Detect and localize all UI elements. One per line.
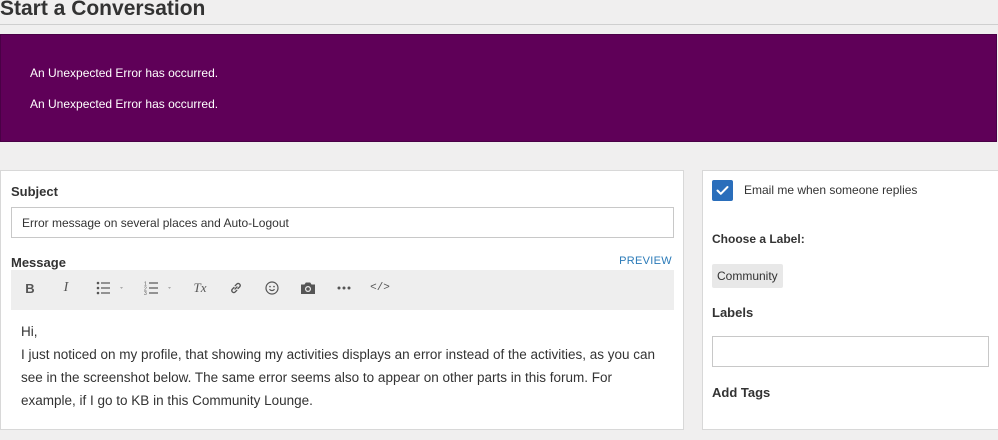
add-tags-heading: Add Tags xyxy=(712,385,771,400)
source-code-icon: </> xyxy=(370,282,390,294)
bold-icon: B xyxy=(25,280,35,296)
checkmark-icon xyxy=(716,186,729,195)
error-banner: An Unexpected Error has occurred. An Une… xyxy=(0,34,997,142)
insert-photo-button[interactable] xyxy=(295,270,321,306)
emoji-icon xyxy=(265,281,279,295)
svg-text:3: 3 xyxy=(144,291,147,295)
message-line: Hi, xyxy=(21,324,38,339)
label-option-community[interactable]: Community xyxy=(712,264,783,288)
link-icon xyxy=(229,281,243,295)
message-line: I just noticed on my profile, that showi… xyxy=(21,347,656,408)
email-notify-checkbox[interactable] xyxy=(712,180,733,201)
camera-icon xyxy=(300,281,316,295)
source-code-button[interactable]: </> xyxy=(367,270,393,306)
labels-input[interactable] xyxy=(712,336,989,367)
subject-label: Subject xyxy=(11,184,58,199)
more-options-button[interactable] xyxy=(331,270,357,306)
clear-formatting-button[interactable]: Tx xyxy=(187,270,213,306)
error-message: An Unexpected Error has occurred. xyxy=(30,97,219,111)
more-icon xyxy=(337,286,351,290)
italic-icon: I xyxy=(63,280,69,295)
bulleted-list-button[interactable] xyxy=(91,270,131,306)
bulleted-list-icon xyxy=(96,281,126,295)
message-label: Message xyxy=(11,255,66,270)
bold-button[interactable]: B xyxy=(17,270,43,306)
editor-toolbar: B I 1 2 3 Tx </> xyxy=(11,270,674,310)
options-sidebar: Email me when someone replies Choose a L… xyxy=(702,170,998,430)
subject-input[interactable] xyxy=(11,207,674,238)
email-notify-label: Email me when someone replies xyxy=(744,183,918,197)
compose-panel: Subject Message PREVIEW B I xyxy=(0,170,684,430)
numbered-list-icon: 1 2 3 xyxy=(144,281,174,295)
insert-emoji-button[interactable] xyxy=(259,270,285,306)
clear-formatting-icon: Tx xyxy=(193,280,207,295)
italic-button[interactable]: I xyxy=(53,270,79,306)
choose-label-heading: Choose a Label: xyxy=(712,232,805,246)
message-editor[interactable]: Hi, I just noticed on my profile, that s… xyxy=(11,310,674,440)
preview-link[interactable]: PREVIEW xyxy=(619,255,672,267)
title-divider xyxy=(0,24,998,25)
numbered-list-button[interactable]: 1 2 3 xyxy=(139,270,179,306)
labels-heading: Labels xyxy=(712,305,754,320)
error-message: An Unexpected Error has occurred. xyxy=(30,66,219,80)
page-title: Start a Conversation xyxy=(0,0,206,20)
insert-link-button[interactable] xyxy=(223,270,249,306)
